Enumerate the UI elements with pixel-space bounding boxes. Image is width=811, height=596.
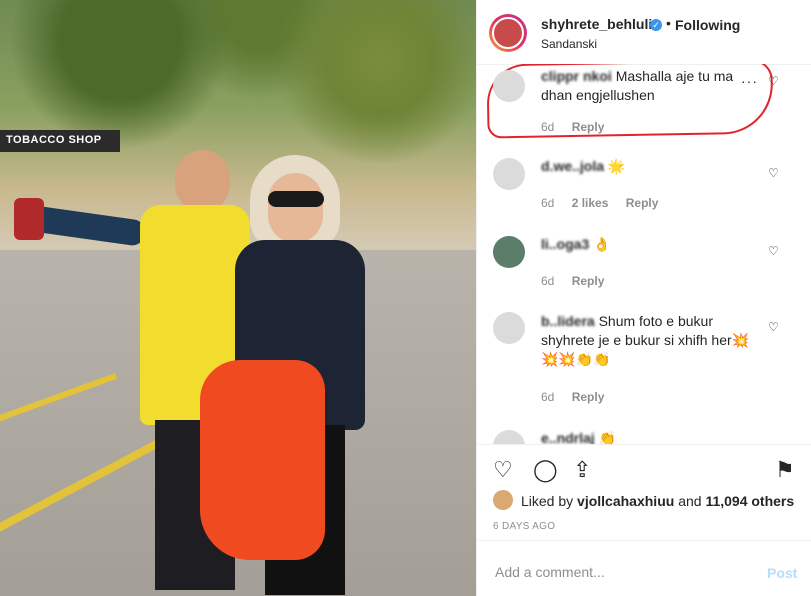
commenter-username[interactable]: e..ndrlaj [541, 430, 595, 444]
commenter-username[interactable]: clippr nkoi [541, 68, 612, 84]
post-photo[interactable]: TOBACCO SHOP [0, 0, 476, 596]
man-head [175, 150, 230, 212]
commenter-avatar[interactable] [493, 312, 525, 344]
likes-prefix: Liked by [521, 493, 574, 509]
avatar[interactable] [489, 14, 527, 52]
reply-link[interactable]: Reply [572, 390, 605, 404]
orange-jacket [200, 360, 325, 560]
location-link[interactable]: Sandanski [541, 37, 597, 51]
commenter-username[interactable]: li..oga3 [541, 236, 589, 252]
comment-meta: 6d Reply [541, 274, 618, 288]
comments-list[interactable]: clippr nkoi Mashalla aje tu ma dhan engj… [477, 64, 811, 444]
comment-text: clippr nkoi Mashalla aje tu ma dhan engj… [541, 67, 751, 105]
commenter-username[interactable]: b..lidera [541, 313, 595, 329]
reply-link[interactable]: Reply [572, 120, 605, 134]
like-comment-heart-icon[interactable]: ♡ [768, 244, 779, 258]
comment-bubble-icon[interactable]: ◯ [533, 457, 558, 483]
separator-dot: • [666, 15, 671, 31]
save-bookmark-icon[interactable]: ⚑ [775, 457, 795, 483]
likes-others-link[interactable]: 11,094 others [705, 493, 794, 509]
shop-awning: TOBACCO SHOP [0, 130, 120, 152]
comment-item: clippr nkoi Mashalla aje tu ma dhan engj… [477, 64, 811, 144]
reply-link[interactable]: Reply [626, 196, 659, 210]
post-side-panel: shyhrete_behluli ✓ • Following Sandanski… [476, 0, 811, 596]
post-actions: ♡ ◯ ⇪ ⚑ Liked by vjollcahaxhiuu and 11,0… [477, 444, 811, 535]
woman-face [268, 173, 323, 243]
comment-item: b..lidera Shum foto e bukur shyhrete je … [477, 310, 811, 420]
commenter-avatar[interactable] [493, 430, 525, 444]
share-icon[interactable]: ⇪ [573, 457, 591, 483]
post-comment-button[interactable]: Post [767, 565, 797, 581]
comment-meta: 6d Reply [541, 120, 618, 134]
verified-badge-icon: ✓ [650, 19, 662, 31]
following-button[interactable]: Following [675, 17, 740, 33]
commenter-avatar[interactable] [493, 70, 525, 102]
comment-meta: 6d Reply [541, 390, 618, 404]
comment-item: li..oga3 👌 ♡ 6d Reply [477, 232, 811, 302]
shop-sign: TOBACCO SHOP [6, 134, 102, 146]
sunglasses [268, 191, 324, 207]
comment-time: 6d [541, 120, 555, 134]
like-heart-icon[interactable]: ♡ [493, 457, 513, 483]
comment-time: 6d [541, 390, 555, 404]
commenter-username[interactable]: d.we..jola [541, 158, 604, 174]
like-comment-heart-icon[interactable]: ♡ [768, 166, 779, 180]
post-header: shyhrete_behluli ✓ • Following Sandanski [477, 0, 811, 65]
comment-body: 👌 [593, 236, 611, 252]
reply-link[interactable]: Reply [572, 274, 605, 288]
comment-body: 🌟 [607, 158, 626, 174]
phone [14, 198, 44, 240]
likes-joiner: and [678, 493, 702, 509]
comment-text: b..lidera Shum foto e bukur shyhrete je … [541, 312, 751, 369]
like-comment-heart-icon[interactable]: ♡ [768, 74, 779, 88]
instagram-post: TOBACCO SHOP shyhrete_behluli ✓ • Follow… [0, 0, 811, 596]
comment-text: e..ndrlaj 👏 [541, 429, 751, 444]
more-options-icon[interactable]: ··· [741, 73, 758, 89]
commenter-avatar[interactable] [493, 236, 525, 268]
add-comment-bar: Post [477, 540, 811, 596]
like-comment-heart-icon[interactable]: ♡ [768, 320, 779, 334]
username-link[interactable]: shyhrete_behluli [541, 16, 652, 32]
commenter-avatar[interactable] [493, 158, 525, 190]
comment-body: 👏 [598, 430, 617, 444]
comment-item: e..ndrlaj 👏 [477, 428, 811, 444]
post-date[interactable]: 6 DAYS AGO [493, 521, 555, 532]
avatar-image [492, 17, 524, 49]
likes-summary: Liked by vjollcahaxhiuu and 11,094 other… [521, 493, 794, 509]
comment-time: 6d [541, 274, 555, 288]
comment-item: d.we..jola 🌟 ♡ 6d 2 likes Reply [477, 154, 811, 224]
liker-avatar[interactable] [493, 490, 513, 510]
add-comment-input[interactable] [493, 563, 747, 581]
comment-text: li..oga3 👌 [541, 235, 751, 254]
comment-likes-link[interactable]: 2 likes [572, 196, 609, 210]
liker-username[interactable]: vjollcahaxhiuu [577, 493, 674, 509]
comment-meta: 6d 2 likes Reply [541, 196, 672, 210]
comment-time: 6d [541, 196, 555, 210]
comment-text: d.we..jola 🌟 [541, 157, 751, 176]
